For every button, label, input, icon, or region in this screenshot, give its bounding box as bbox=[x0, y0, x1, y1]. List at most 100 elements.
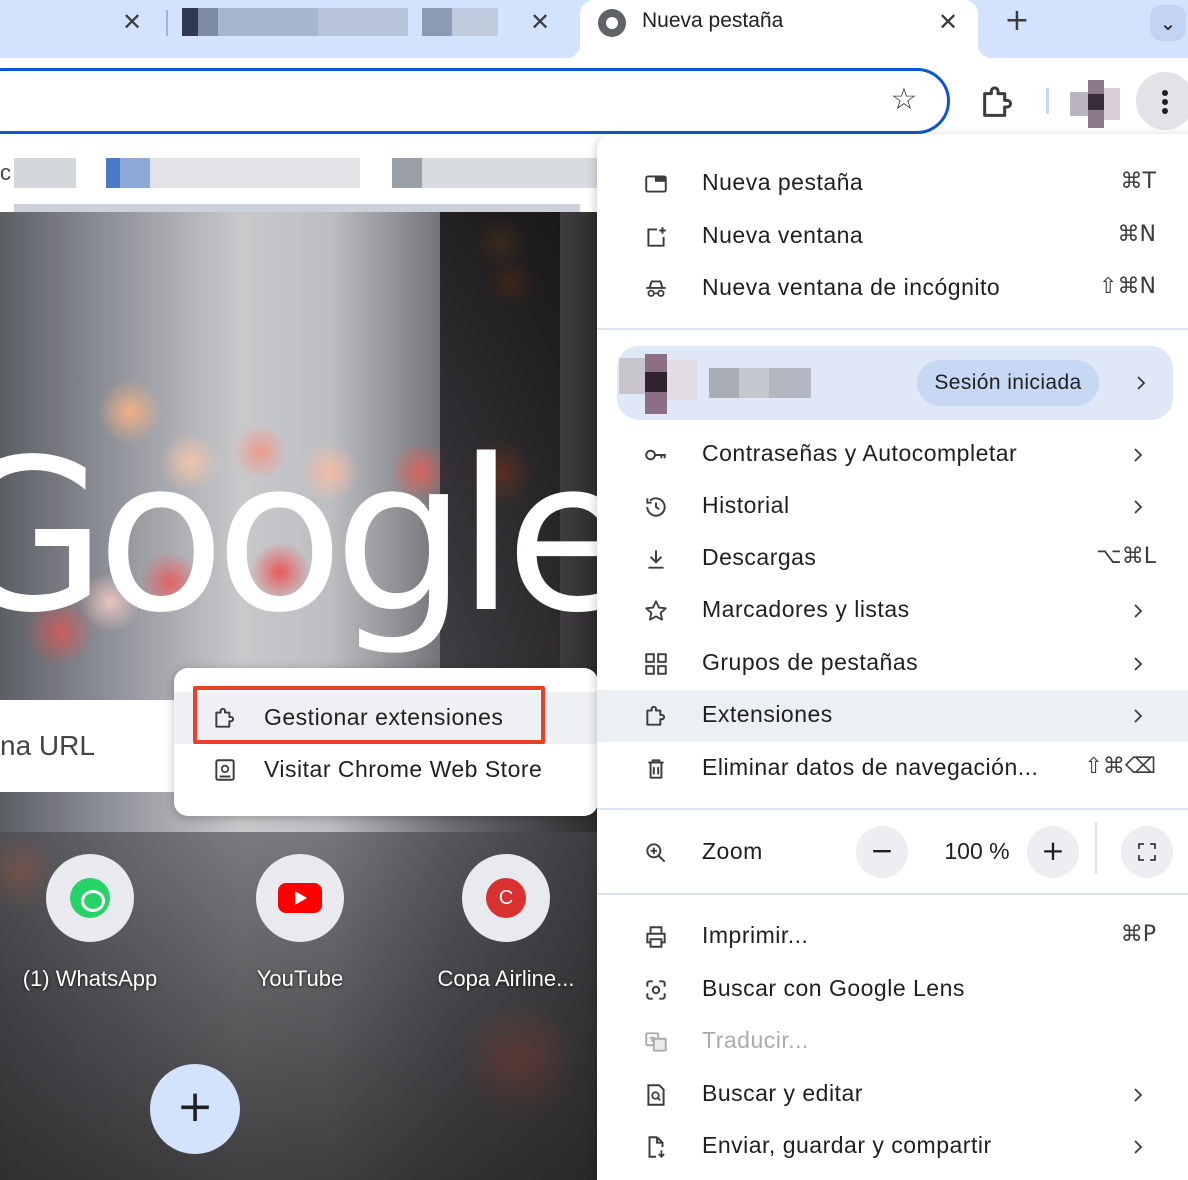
menu-item-new-window[interactable]: Nueva ventana ⌘N bbox=[597, 211, 1188, 263]
menu-item-label: Historial bbox=[702, 492, 790, 518]
menu-item-extensions[interactable]: Extensiones bbox=[597, 690, 1188, 742]
new-tab-button[interactable]: + bbox=[1000, 4, 1034, 38]
close-icon: ✕ bbox=[937, 8, 959, 36]
chevron-right-icon bbox=[1134, 657, 1143, 671]
bookmark-text[interactable]: c bbox=[0, 160, 11, 186]
trash-icon bbox=[648, 759, 664, 779]
google-lens-icon bbox=[646, 980, 666, 1000]
star-icon bbox=[645, 600, 667, 621]
zoom-out-button[interactable]: − bbox=[856, 826, 908, 878]
new-tab-icon bbox=[645, 175, 667, 193]
shortcut-tile bbox=[256, 854, 344, 942]
menu-item-label: Eliminar datos de navegación... bbox=[702, 754, 1039, 780]
menu-item-label: Marcadores y listas bbox=[702, 596, 910, 622]
menu-item-tab-groups[interactable]: Grupos de pestañas bbox=[597, 638, 1188, 690]
chrome-icon bbox=[598, 9, 626, 37]
menu-item-label: Visitar Chrome Web Store bbox=[264, 756, 543, 782]
add-shortcut-button[interactable]: + bbox=[150, 1064, 240, 1154]
printer-icon bbox=[646, 926, 666, 948]
web-store-icon bbox=[215, 759, 235, 781]
download-icon bbox=[648, 550, 664, 569]
plus-icon: + bbox=[176, 1081, 214, 1132]
menu-item-label: Nueva ventana de incógnito bbox=[702, 274, 1001, 300]
menu-divider bbox=[597, 328, 1188, 330]
youtube-icon bbox=[278, 883, 322, 913]
zoom-separator bbox=[1095, 822, 1097, 874]
search-placeholder: na URL bbox=[0, 730, 95, 761]
menu-item-label: Extensiones bbox=[702, 701, 833, 727]
keyboard-shortcut: ⇧⌘⌫ bbox=[1084, 754, 1156, 779]
chevron-right-icon bbox=[1134, 500, 1143, 514]
tab-nueva-pestana[interactable]: Nueva pestaña ✕ bbox=[566, 0, 992, 58]
bookmarks-bar: c bbox=[0, 146, 602, 212]
menu-item-label: Nueva ventana bbox=[702, 222, 864, 248]
menu-item-new-tab[interactable]: Nueva pestaña ⌘T bbox=[597, 158, 1188, 210]
zoom-in-button[interactable]: + bbox=[1027, 826, 1079, 878]
chevron-right-icon bbox=[1134, 1140, 1143, 1154]
incognito-icon bbox=[646, 280, 666, 297]
new-window-icon bbox=[647, 227, 666, 247]
signed-in-badge: Sesión iniciada bbox=[917, 360, 1099, 406]
profile-row[interactable]: Sesión iniciada bbox=[617, 346, 1173, 420]
zoom-label: Zoom bbox=[702, 838, 763, 864]
menu-item-clear-data[interactable]: Eliminar datos de navegación... ⇧⌘⌫ bbox=[597, 743, 1188, 795]
chrome-menu-button[interactable] bbox=[1136, 72, 1188, 130]
bookmark-star-icon[interactable]: ☆ bbox=[886, 82, 922, 118]
toolbar: ☆ bbox=[0, 58, 1188, 146]
shortcut-tile bbox=[46, 854, 134, 942]
chevron-right-icon bbox=[1134, 1088, 1143, 1102]
toolbar-separator bbox=[1046, 88, 1049, 114]
menu-item-incognito[interactable]: Nueva ventana de incógnito ⇧⌘N bbox=[597, 263, 1188, 315]
address-bar[interactable] bbox=[0, 68, 950, 134]
chevron-right-icon bbox=[1134, 709, 1143, 723]
close-icon: ✕ bbox=[529, 8, 551, 36]
menu-item-print[interactable]: Imprimir... ⌘P bbox=[597, 911, 1188, 963]
keyboard-shortcut: ⌘N bbox=[1117, 222, 1156, 247]
bookmarks-divider bbox=[14, 204, 580, 212]
menu-item-label: Contraseñas y Autocompletar bbox=[702, 440, 1018, 466]
zoom-icon bbox=[646, 843, 666, 863]
tab-close-button[interactable]: ✕ bbox=[932, 6, 964, 38]
menu-item-history[interactable]: Historial bbox=[597, 481, 1188, 533]
menu-item-downloads[interactable]: Descargas ⌥⌘L bbox=[597, 533, 1188, 585]
plus-icon: + bbox=[1041, 834, 1065, 867]
menu-item-google-lens[interactable]: Buscar con Google Lens bbox=[597, 964, 1188, 1016]
history-icon bbox=[646, 497, 666, 517]
copa-airlines-icon: C bbox=[486, 878, 526, 918]
shortcut-label: YouTube bbox=[256, 966, 344, 991]
share-icon bbox=[648, 1136, 665, 1158]
menu-item-share[interactable]: Enviar, guardar y compartir bbox=[597, 1121, 1188, 1173]
key-icon bbox=[645, 449, 666, 461]
menu-item-label: Nueva pestaña bbox=[702, 169, 864, 195]
chrome-main-menu: Nueva pestaña ⌘T Nueva ventana ⌘N Nueva … bbox=[597, 134, 1188, 1180]
menu-item-label: Descargas bbox=[702, 544, 817, 570]
menu-item-bookmarks[interactable]: Marcadores y listas bbox=[597, 585, 1188, 637]
menu-item-passwords[interactable]: Contraseñas y Autocompletar bbox=[597, 429, 1188, 481]
profile-name-blurred bbox=[709, 364, 813, 404]
puzzle-icon[interactable] bbox=[978, 82, 1018, 122]
tab-search-button[interactable]: ⌄ bbox=[1150, 5, 1186, 41]
whatsapp-icon bbox=[70, 878, 110, 918]
menu-divider bbox=[597, 808, 1188, 810]
extensions-submenu: Gestionar extensiones Visitar Chrome Web… bbox=[174, 668, 598, 816]
visit-web-store-item[interactable]: Visitar Chrome Web Store bbox=[174, 744, 598, 796]
fullscreen-button[interactable] bbox=[1121, 826, 1173, 878]
menu-divider bbox=[597, 893, 1188, 895]
google-logo: Google bbox=[0, 414, 600, 659]
avatar[interactable] bbox=[1070, 80, 1120, 128]
menu-item-find-edit[interactable]: Buscar y editar bbox=[597, 1069, 1188, 1121]
zoom-level: 100 % bbox=[944, 838, 1010, 864]
avatar bbox=[619, 354, 703, 414]
tab-close-button[interactable]: ✕ bbox=[524, 6, 556, 38]
close-icon: ✕ bbox=[121, 8, 143, 36]
kebab-dot bbox=[1162, 108, 1168, 114]
menu-item-label: Buscar con Google Lens bbox=[702, 975, 965, 1001]
puzzle-icon bbox=[646, 705, 666, 726]
keyboard-shortcut: ⇧⌘N bbox=[1099, 274, 1156, 299]
chevron-right-icon bbox=[1134, 604, 1143, 618]
tab-close-button[interactable]: ✕ bbox=[116, 6, 148, 38]
chevron-down-icon: ⌄ bbox=[1159, 11, 1177, 35]
fullscreen-icon bbox=[1138, 843, 1156, 861]
tab-strip: ✕ ✕ Nueva pestaña ✕ + ⌄ bbox=[0, 0, 1188, 58]
translate-icon bbox=[645, 1032, 667, 1052]
